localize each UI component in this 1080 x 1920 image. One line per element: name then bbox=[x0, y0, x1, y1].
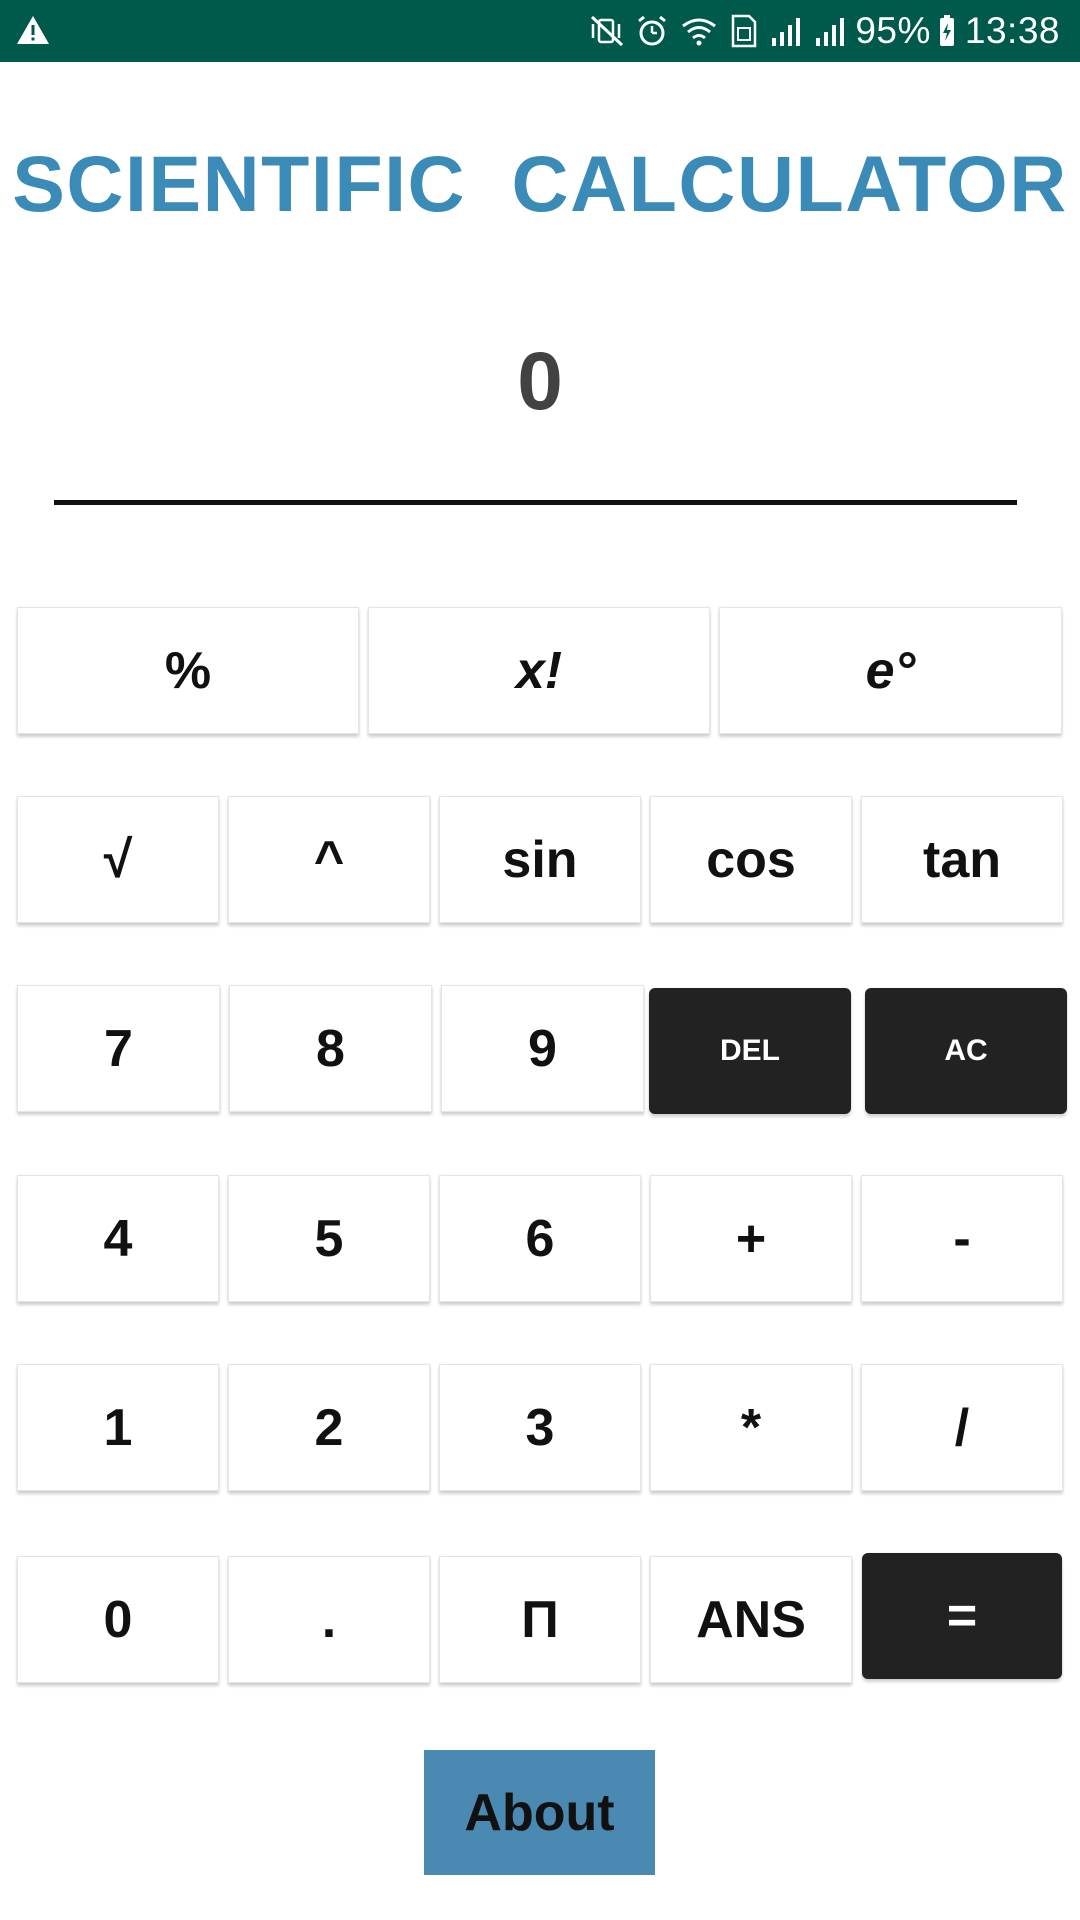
divide-button[interactable]: / bbox=[861, 1364, 1063, 1491]
alarm-clock-icon bbox=[638, 15, 667, 46]
signal-icon bbox=[816, 18, 845, 46]
equals-button[interactable]: = bbox=[862, 1553, 1062, 1679]
clock: 13:38 bbox=[964, 10, 1060, 51]
sqrt-button[interactable]: √ bbox=[17, 796, 219, 923]
signal-icon bbox=[772, 18, 801, 46]
battery-percent: 95% bbox=[855, 10, 931, 51]
digit-1-button[interactable]: 1 bbox=[17, 1364, 219, 1491]
delete-button[interactable]: DEL bbox=[649, 988, 851, 1114]
percent-button[interactable]: % bbox=[17, 607, 359, 734]
warning-triangle-icon bbox=[17, 16, 49, 44]
sin-button[interactable]: sin bbox=[439, 796, 641, 923]
battery-charging-icon bbox=[939, 15, 954, 46]
digit-6-button[interactable]: 6 bbox=[439, 1175, 641, 1302]
pi-button[interactable]: Π bbox=[439, 1556, 641, 1683]
digit-2-button[interactable]: 2 bbox=[228, 1364, 430, 1491]
plus-button[interactable]: + bbox=[650, 1175, 852, 1302]
app-title: SCIENTIFIC CALCULATOR bbox=[12, 139, 1068, 228]
digit-4-button[interactable]: 4 bbox=[17, 1175, 219, 1302]
digit-3-button[interactable]: 3 bbox=[439, 1364, 641, 1491]
exponential-button[interactable]: e° bbox=[719, 607, 1062, 734]
cos-button[interactable]: cos bbox=[650, 796, 852, 923]
mute-vibrate-icon bbox=[591, 15, 624, 47]
tan-button[interactable]: tan bbox=[861, 796, 1063, 923]
multiply-button[interactable]: * bbox=[650, 1364, 852, 1491]
decimal-point-button[interactable]: . bbox=[228, 1556, 430, 1683]
minus-button[interactable]: - bbox=[861, 1175, 1063, 1302]
answer-button[interactable]: ANS bbox=[650, 1556, 852, 1683]
power-button[interactable]: ^ bbox=[228, 796, 430, 923]
status-icons: 95% 13:38 bbox=[579, 0, 1060, 62]
result-display: 0 bbox=[517, 336, 563, 427]
sim-card-icon bbox=[732, 14, 757, 48]
factorial-button[interactable]: x! bbox=[368, 607, 710, 734]
wifi-icon bbox=[682, 18, 717, 46]
display-underline bbox=[54, 500, 1017, 505]
digit-5-button[interactable]: 5 bbox=[228, 1175, 430, 1302]
digit-7-button[interactable]: 7 bbox=[17, 985, 220, 1112]
status-bar: 95% 13:38 bbox=[0, 0, 1080, 62]
digit-9-button[interactable]: 9 bbox=[441, 985, 644, 1112]
all-clear-button[interactable]: AC bbox=[865, 988, 1067, 1114]
about-button[interactable]: About bbox=[424, 1750, 655, 1875]
digit-8-button[interactable]: 8 bbox=[229, 985, 432, 1112]
digit-0-button[interactable]: 0 bbox=[17, 1556, 219, 1683]
